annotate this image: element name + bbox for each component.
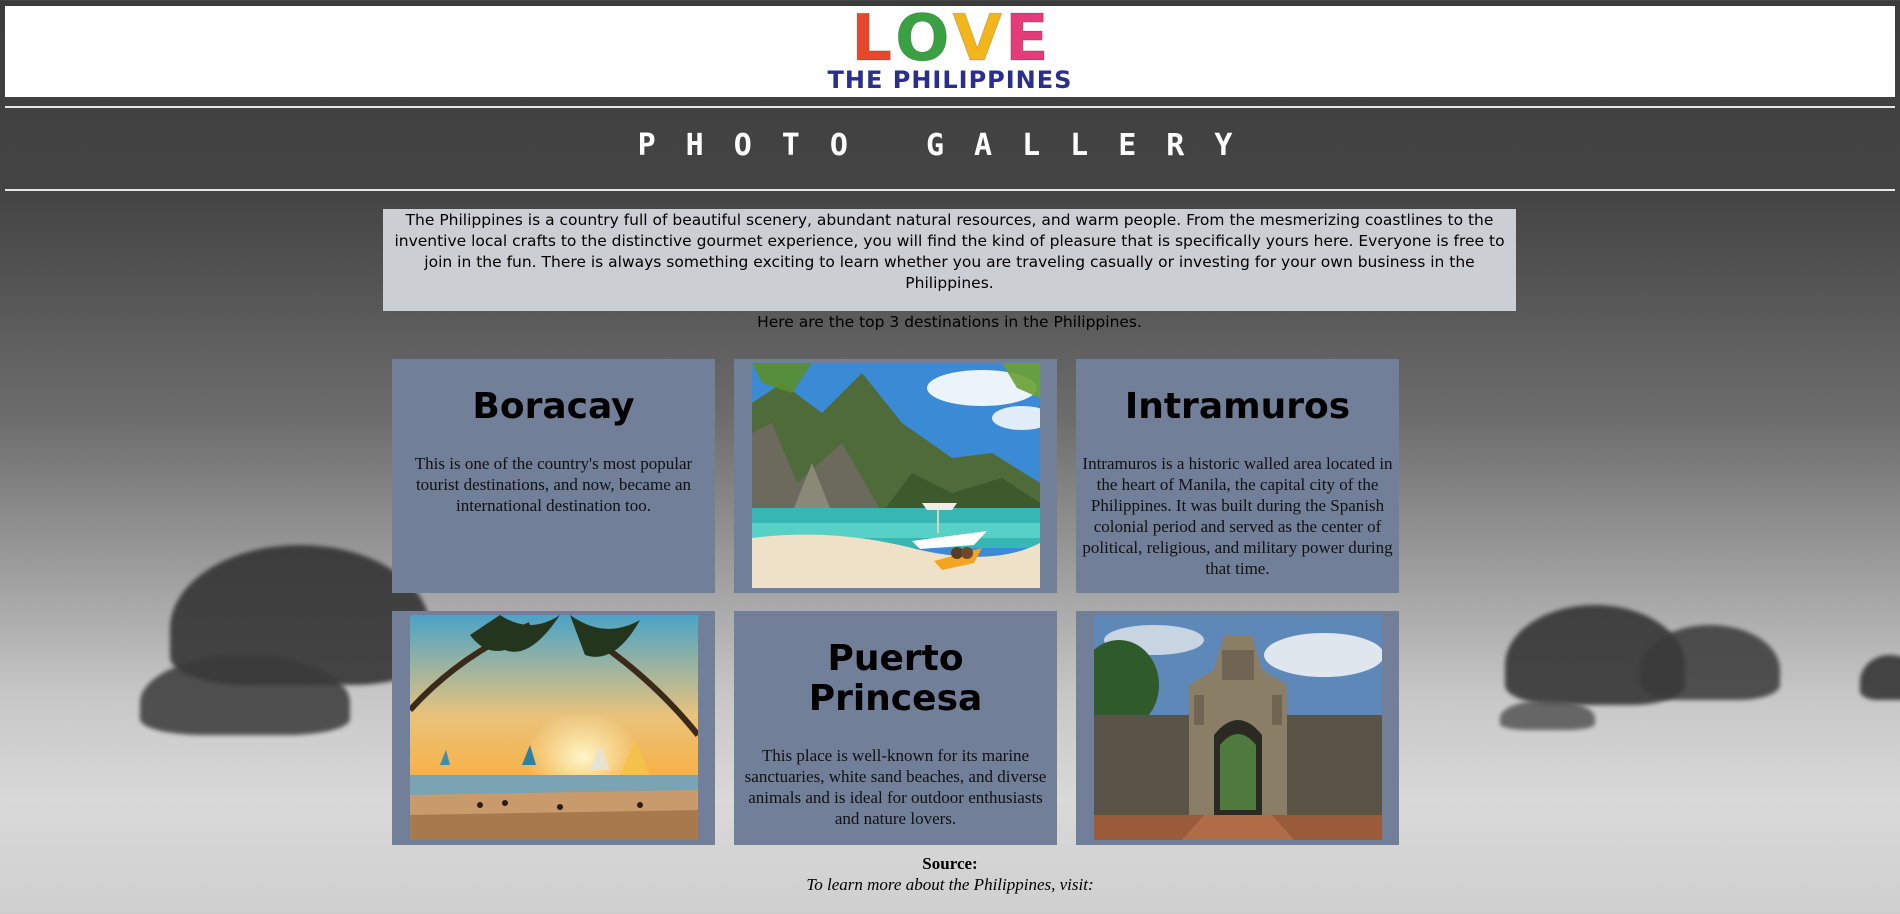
logo-letter-v: V <box>952 1 1003 76</box>
source-label: Source: <box>922 854 978 873</box>
title-top-divider <box>5 106 1895 108</box>
background-rock <box>1860 655 1900 700</box>
logo-subtitle: THE PHILIPPINES <box>827 65 1073 94</box>
destination-title: Boracay <box>472 386 635 427</box>
source-text: To learn more about the Philippines, vis… <box>806 875 1094 894</box>
beach-sunset-photo <box>410 615 698 840</box>
destination-description: Intramuros is a historic walled area loc… <box>1082 454 1393 578</box>
destination-card-intramuros: Intramuros Intramuros is a historic wall… <box>1076 359 1399 593</box>
background-rock <box>1640 625 1780 700</box>
logo-word: L O V E <box>851 1 1050 76</box>
intro-lead: Here are the top 3 destinations in the P… <box>757 313 1142 331</box>
destination-card-boracay: Boracay This is one of the country's mos… <box>392 359 715 593</box>
source-footer: Source: To learn more about the Philippi… <box>0 853 1900 895</box>
title-bottom-divider <box>5 189 1895 191</box>
destination-title: Puerto Princesa <box>808 638 983 719</box>
logo-letter-o: O <box>895 1 950 76</box>
lagoon-photo <box>752 363 1040 588</box>
destination-description: This is one of the country's most popula… <box>414 454 693 515</box>
love-the-philippines-logo: L O V E THE PHILIPPINES <box>795 1 1105 94</box>
photo-card-fort-santiago <box>1076 611 1399 845</box>
logo-letter-e: E <box>1005 1 1050 76</box>
destination-card-puerto-princesa: Puerto Princesa This place is well-known… <box>734 611 1057 845</box>
photo-card-beach-sunset <box>392 611 715 845</box>
logo-letter-l: L <box>851 1 893 76</box>
destination-description: This place is well-known for its marine … <box>744 746 1047 828</box>
background-rock <box>1500 700 1595 730</box>
destination-title: Intramuros <box>1124 386 1351 427</box>
photo-card-lagoon <box>734 359 1057 593</box>
fort-santiago-photo <box>1094 615 1382 840</box>
logo-banner: L O V E THE PHILIPPINES <box>5 6 1895 97</box>
page-title: PHOTO GALLERY <box>637 128 1263 163</box>
destination-grid: Boracay This is one of the country's mos… <box>392 359 1400 845</box>
intro-box: The Philippines is a country full of bea… <box>383 209 1516 331</box>
intro-paragraph: The Philippines is a country full of bea… <box>394 211 1505 292</box>
